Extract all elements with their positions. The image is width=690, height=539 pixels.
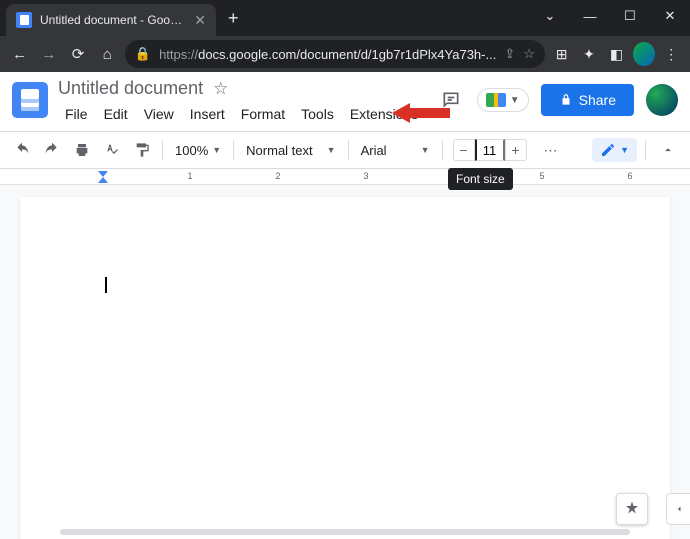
menu-file[interactable]: File: [58, 103, 95, 125]
tab-title: Untitled document - Google Docs: [40, 13, 186, 27]
print-button[interactable]: [68, 136, 96, 164]
minimize-button[interactable]: —: [570, 2, 610, 30]
menu-bar: File Edit View Insert Format Tools Exten…: [58, 103, 427, 125]
lock-icon: 🔒: [135, 46, 151, 62]
editing-mode-button[interactable]: ▼: [592, 138, 637, 162]
forward-button[interactable]: →: [37, 41, 60, 67]
menu-tools[interactable]: Tools: [294, 103, 341, 125]
text-cursor: [105, 277, 107, 293]
dropdown-icon[interactable]: ⌄: [530, 2, 570, 30]
show-side-panel-button[interactable]: [666, 493, 690, 525]
docs-favicon: [16, 12, 32, 28]
horizontal-scrollbar[interactable]: [60, 529, 630, 535]
paragraph-style-select[interactable]: Normal text ▼: [240, 143, 341, 158]
font-size-input[interactable]: [475, 139, 505, 161]
close-tab-icon[interactable]: ✕: [194, 12, 206, 29]
share-label: Share: [579, 92, 616, 108]
ruler[interactable]: 1 2 3 4 5 6: [0, 169, 690, 185]
chevron-down-icon: ▼: [510, 95, 520, 106]
font-select[interactable]: Arial ▼: [355, 143, 436, 158]
home-button[interactable]: ⌂: [96, 41, 119, 67]
url-text: https://docs.google.com/document/d/1gb7r…: [159, 47, 496, 62]
menu-insert[interactable]: Insert: [183, 103, 232, 125]
window-controls: ⌄ — ☐ ✕: [530, 0, 690, 30]
new-tab-button[interactable]: +: [216, 8, 251, 29]
browser-tab[interactable]: Untitled document - Google Docs ✕: [6, 4, 216, 36]
panel-icon[interactable]: ◧: [606, 42, 627, 66]
account-avatar[interactable]: [646, 84, 678, 116]
browser-address-bar: ← → ⟳ ⌂ 🔒 https://docs.google.com/docume…: [0, 36, 690, 72]
star-icon[interactable]: ☆: [213, 79, 228, 99]
browser-titlebar: Untitled document - Google Docs ✕ + ⌄ — …: [0, 0, 690, 36]
comment-history-icon[interactable]: [437, 86, 465, 114]
redo-button[interactable]: [38, 136, 66, 164]
chevron-down-icon: ▼: [620, 145, 629, 155]
more-toolbar-button[interactable]: ⋯: [537, 136, 565, 164]
url-field[interactable]: 🔒 https://docs.google.com/document/d/1gb…: [125, 40, 545, 68]
back-button[interactable]: ←: [8, 41, 31, 67]
indent-marker-icon[interactable]: [98, 177, 108, 185]
docs-logo[interactable]: [12, 82, 48, 118]
translate-icon[interactable]: ⊞: [551, 42, 572, 66]
menu-format[interactable]: Format: [234, 103, 292, 125]
undo-button[interactable]: [8, 136, 36, 164]
profile-avatar[interactable]: [633, 42, 654, 66]
docs-header: Untitled document ☆ File Edit View Inser…: [0, 72, 690, 131]
browser-menu-icon[interactable]: ⋮: [661, 42, 682, 66]
font-size-group: − +: [453, 139, 527, 161]
document-page[interactable]: [20, 197, 670, 539]
zoom-select[interactable]: 100% ▼: [169, 143, 227, 158]
share-button[interactable]: Share: [541, 84, 634, 116]
lock-icon: [559, 93, 573, 107]
document-canvas: [0, 185, 690, 539]
font-size-decrease[interactable]: −: [453, 139, 475, 161]
reload-button[interactable]: ⟳: [66, 41, 89, 67]
menu-view[interactable]: View: [137, 103, 181, 125]
extensions-icon[interactable]: ✦: [578, 42, 599, 66]
bookmark-star-icon[interactable]: ☆: [523, 46, 535, 62]
document-title[interactable]: Untitled document: [58, 78, 203, 99]
tooltip: Font size: [448, 168, 513, 190]
share-url-icon[interactable]: ⇪: [504, 46, 515, 62]
pencil-icon: [600, 142, 616, 158]
chevron-down-icon: ▼: [327, 145, 336, 155]
meet-button[interactable]: ▼: [477, 88, 529, 112]
meet-icon: [486, 93, 506, 107]
chevron-down-icon: ▼: [212, 145, 221, 155]
chevron-down-icon: ▼: [421, 145, 430, 155]
spellcheck-button[interactable]: [98, 136, 126, 164]
menu-extensions[interactable]: Extensions: [343, 103, 425, 125]
toolbar: 100% ▼ Normal text ▼ Arial ▼ − + ⋯ Font …: [0, 131, 690, 169]
maximize-button[interactable]: ☐: [610, 2, 650, 30]
collapse-header-button[interactable]: [654, 136, 682, 164]
menu-edit[interactable]: Edit: [97, 103, 135, 125]
explore-button[interactable]: [616, 493, 648, 525]
paint-format-button[interactable]: [128, 136, 156, 164]
font-size-increase[interactable]: +: [505, 139, 527, 161]
close-window-button[interactable]: ✕: [650, 2, 690, 30]
